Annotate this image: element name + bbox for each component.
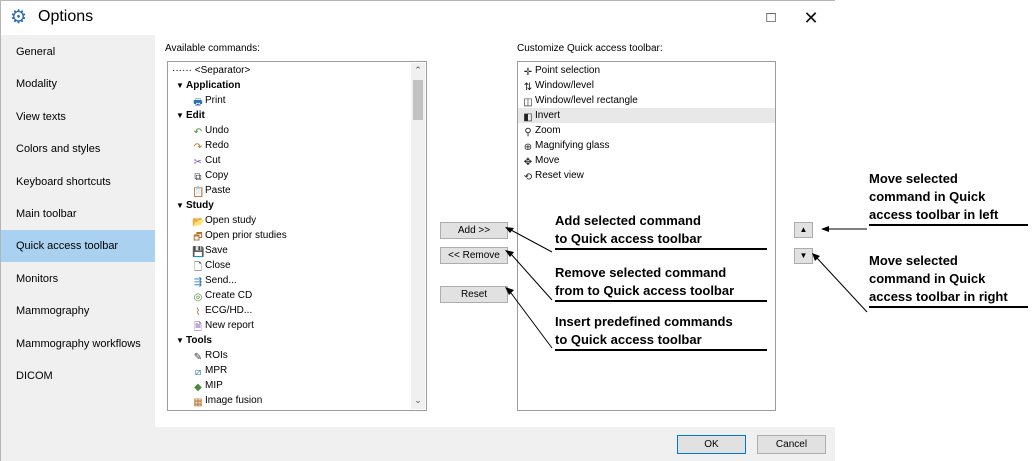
arrow-down (816, 257, 868, 313)
annotation-move-up: Move selected command in Quick access to… (869, 170, 1028, 226)
annotation-remove: Remove selected command from to Quick ac… (555, 264, 767, 302)
annotation-reset: Insert predefined commands to Quick acce… (555, 313, 767, 351)
arrow-remove (510, 253, 553, 301)
annotation-add: Add selected command to Quick access too… (555, 212, 767, 250)
arrow-reset (510, 292, 553, 349)
arrow-add (510, 229, 553, 253)
annotation-move-down: Move selected command in Quick access to… (869, 252, 1028, 308)
annotation-arrows (505, 226, 868, 349)
